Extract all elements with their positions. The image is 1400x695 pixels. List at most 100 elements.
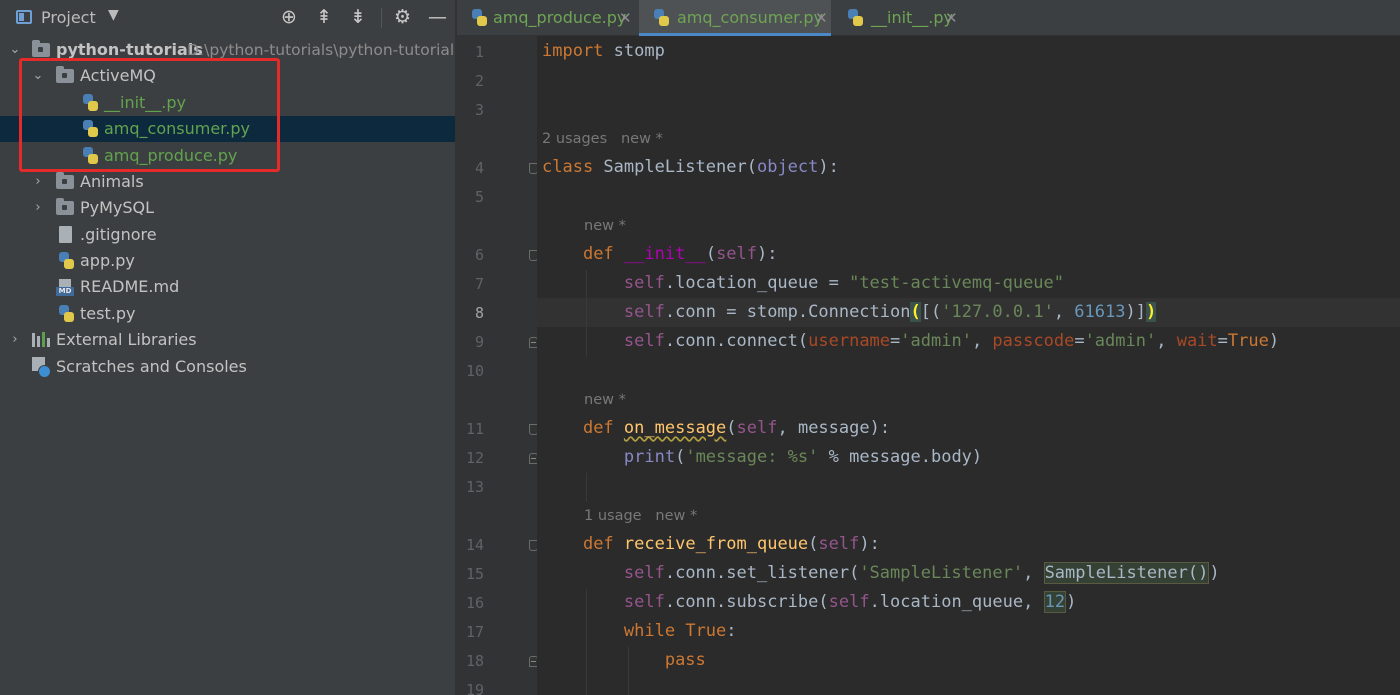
python-file-icon [82,120,98,138]
project-panel-title[interactable]: Project [41,8,96,27]
chevron-right-icon[interactable]: › [31,195,45,221]
identifier: % message.body) [818,447,982,467]
python-file-icon [653,9,669,27]
chevron-right-icon[interactable]: › [8,327,22,353]
tree-item-test-py[interactable]: test.py [0,301,455,327]
paren: [( [921,302,941,322]
tree-item-label: External Libraries [56,327,197,353]
locate-icon[interactable]: ⊕ [281,6,297,28]
code-line[interactable]: self.conn.subscribe(self.location_queue,… [542,588,1076,617]
code-line[interactable]: print('message: %s' % message.body) [542,443,982,472]
line-number: 3 [457,96,484,125]
code-line[interactable]: class SampleListener(object): [542,153,839,182]
tree-item-pymysql[interactable]: › PyMySQL [0,195,455,221]
tree-item-init-py[interactable]: __init__.py [0,90,455,116]
self-keyword: self [829,592,870,612]
python-file-icon [82,147,98,165]
matched-brace: ( [910,302,920,322]
tree-item-gitignore[interactable]: .gitignore [0,222,455,248]
tree-item-external-libraries[interactable]: › External Libraries [0,327,455,353]
tree-item-amq-consumer-py[interactable]: amq_consumer.py [0,116,455,142]
self-keyword: self [624,592,665,612]
identifier: .conn.set_listener( [665,563,859,583]
comma: , [1023,563,1043,583]
comma: , [1156,331,1176,351]
editor-tab-bar: amq_produce.py ✕ amq_consumer.py ✕ __ini… [457,0,1400,36]
keyword: while [624,621,675,641]
usages-count[interactable]: 2 usages [542,131,607,147]
code-line[interactable]: def __init__(self): [542,240,778,269]
close-icon[interactable]: ✕ [945,0,958,36]
tree-item-scratches-and-consoles[interactable]: Scratches and Consoles [0,354,455,380]
line-number: 14 [457,531,484,560]
scratches-icon [32,357,50,377]
code-editor[interactable]: import stomp 2 usages new * class Sample… [537,36,1400,695]
view-dropdown-icon[interactable]: ▼ [108,7,119,23]
tree-item-app-py[interactable]: app.py [0,248,455,274]
project-panel: Project ▼ ⊕ ⇞ ⇟ ⚙ — ⌄ python-tutorials D… [0,0,455,695]
code-line[interactable]: import stomp [542,37,665,66]
code-line-current[interactable]: self.conn = stomp.Connection([('127.0.0.… [542,298,1156,327]
paren: ): [757,244,777,264]
code-line[interactable]: self.conn.connect(username='admin', pass… [542,327,1279,356]
function-name: receive_from_queue [624,534,808,554]
string-literal: 'message: %s' [685,447,818,467]
tab-amq-consumer-py[interactable]: amq_consumer.py ✕ [639,0,831,36]
close-icon[interactable]: ✕ [815,0,828,36]
code-line[interactable]: while True: [542,617,737,646]
collapse-all-icon[interactable]: ⇟ [350,6,366,28]
tab-amq-produce-py[interactable]: amq_produce.py ✕ [457,0,637,36]
paren: ): [859,534,879,554]
line-number-gutter[interactable]: 1 2 3 4 5 6 7 8 9 10 11 12 13 14 15 16 1… [457,36,537,695]
tree-item-animals[interactable]: › Animals [0,169,455,195]
line-number: 4 [457,154,484,183]
identifier: .conn.subscribe( [665,592,829,612]
tree-item-python-tutorials[interactable]: ⌄ python-tutorials D:\python-tutorials\p… [0,37,455,63]
string-literal: 'admin' [900,331,972,351]
tree-item-label: __init__.py [104,90,186,116]
keyword: import [542,41,603,61]
paren: ) [1269,331,1279,351]
code-line[interactable]: self.conn.set_listener('SampleListener',… [542,559,1220,588]
highlighted-usage: SampleListener() [1044,562,1210,584]
tree-item-activemq[interactable]: ⌄ ActiveMQ [0,63,455,89]
paren: ( [706,244,716,264]
project-path: D:\python-tutorials\python-tutorials [187,37,455,63]
line-number: 18 [457,647,484,676]
self-keyword: self [716,244,757,264]
function-name: on_message [624,418,726,438]
python-file-icon [847,9,863,27]
keyword: class [542,157,593,177]
paren: ): [818,157,838,177]
paren: )] [1125,302,1145,322]
usage-hint[interactable]: 2 usages new * [542,125,663,154]
code-line[interactable]: def on_message(self, message): [542,414,890,443]
keyword: True [685,621,726,641]
string-literal: "test-activemq-queue" [849,273,1064,293]
comma: , [1054,302,1074,322]
hide-icon[interactable]: — [428,6,447,28]
chevron-down-icon[interactable]: ⌄ [31,63,45,89]
code-line[interactable]: self.location_queue = "test-activemq-que… [542,269,1064,298]
self-keyword: self [737,418,778,438]
chevron-right-icon[interactable]: › [31,169,45,195]
paren: ( [675,447,685,467]
chevron-down-icon[interactable]: ⌄ [8,37,22,63]
builtin: object [757,157,818,177]
number-literal: 61613 [1074,302,1125,322]
tab-init-py[interactable]: __init__.py ✕ [833,0,973,36]
expand-all-icon[interactable]: ⇞ [316,6,332,28]
line-number: 11 [457,415,484,444]
string-literal: 'SampleListener' [859,563,1023,583]
code-line[interactable]: pass [542,646,706,675]
close-icon[interactable]: ✕ [619,0,632,36]
usages-count[interactable]: 1 usage [584,508,642,524]
tree-item-readme-md[interactable]: MD README.md [0,274,455,300]
gear-icon[interactable]: ⚙ [394,6,411,28]
code-line[interactable]: def receive_from_queue(self): [542,530,880,559]
tree-item-amq-produce-py[interactable]: amq_produce.py [0,143,455,169]
keyword: pass [665,650,706,670]
class-name: SampleListener [593,157,747,177]
usage-hint[interactable]: 1 usage new * [584,502,697,531]
new-hint: new * [621,131,663,147]
